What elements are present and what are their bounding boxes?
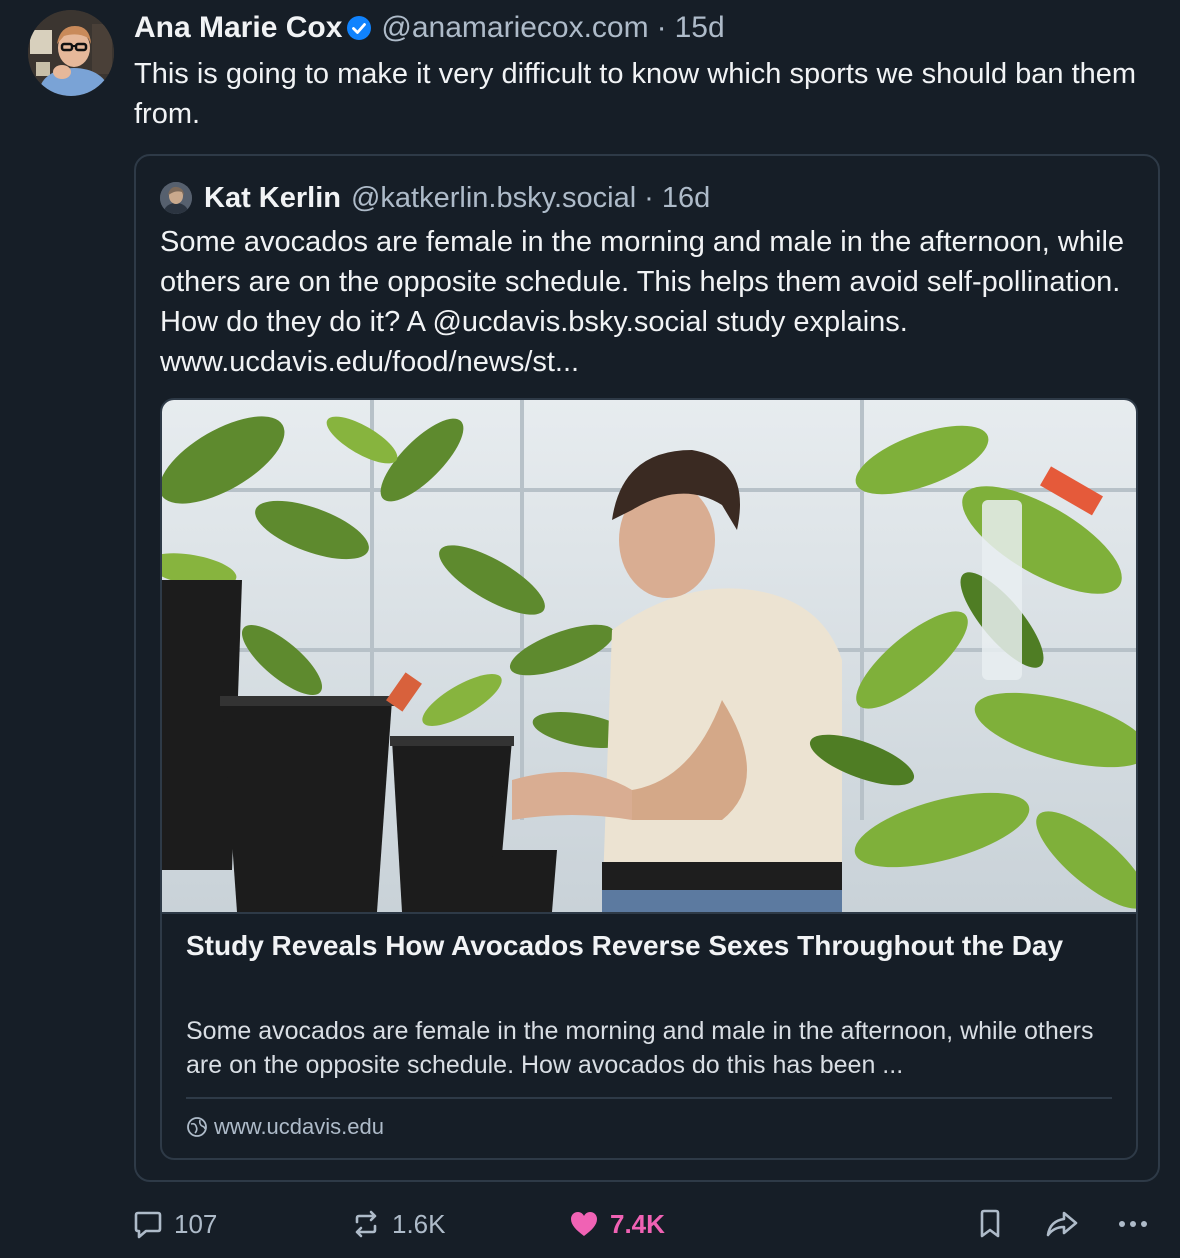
separator-dot: ·	[644, 182, 654, 214]
repost-count: 1.6K	[392, 1208, 446, 1239]
link-preview-card[interactable]: Study Reveals How Avocados Reverse Sexes…	[160, 398, 1138, 1160]
share-icon	[1044, 1208, 1080, 1240]
more-options-button[interactable]	[1116, 1200, 1150, 1248]
action-bar: 107 1.6K 7.4K	[132, 1200, 1162, 1248]
quoted-post[interactable]: Kat Kerlin @katkerlin.bsky.social · 16d …	[134, 154, 1160, 1182]
link-domain-row: www.ucdavis.edu	[186, 1110, 384, 1144]
quoted-author-name[interactable]: Kat Kerlin	[204, 178, 341, 218]
like-button[interactable]: 7.4K	[568, 1200, 665, 1248]
like-count: 7.4K	[610, 1208, 665, 1239]
repost-icon	[350, 1208, 382, 1240]
post-header: Ana Marie Cox @anamariecox.com · 15d	[134, 8, 725, 48]
link-description: Some avocados are female in the morning …	[186, 1017, 1094, 1079]
quoted-post-text: Some avocados are female in the morning …	[160, 226, 1125, 378]
post-age[interactable]: 15d	[675, 8, 725, 48]
share-button[interactable]	[1044, 1200, 1080, 1248]
author-handle[interactable]: @anamariecox.com	[381, 8, 648, 48]
reply-icon	[132, 1208, 164, 1240]
reply-button[interactable]: 107	[132, 1200, 217, 1248]
quoted-author-avatar[interactable]	[160, 182, 192, 214]
author-name[interactable]: Ana Marie Cox	[134, 8, 342, 48]
link-title[interactable]: Study Reveals How Avocados Reverse Sexes…	[186, 926, 1106, 966]
quoted-author-handle[interactable]: @katkerlin.bsky.social	[351, 178, 636, 218]
author-avatar[interactable]	[28, 10, 114, 96]
link-domain: www.ucdavis.edu	[214, 1114, 384, 1139]
link-divider	[186, 1097, 1112, 1099]
link-preview-image[interactable]	[162, 400, 1136, 914]
repost-button[interactable]: 1.6K	[350, 1200, 446, 1248]
heart-icon	[568, 1208, 600, 1240]
bookmark-icon	[974, 1208, 1006, 1240]
separator-dot: ·	[656, 11, 667, 44]
quoted-post-age[interactable]: 16d	[662, 178, 710, 218]
reply-count: 107	[174, 1208, 218, 1239]
post-text: This is going to make it very difficult …	[134, 58, 1137, 130]
quoted-post-header: Kat Kerlin @katkerlin.bsky.social · 16d	[160, 178, 710, 218]
globe-icon	[186, 1116, 208, 1138]
verified-check-icon[interactable]	[347, 16, 372, 40]
more-icon	[1116, 1208, 1150, 1240]
bookmark-button[interactable]	[974, 1200, 1006, 1248]
